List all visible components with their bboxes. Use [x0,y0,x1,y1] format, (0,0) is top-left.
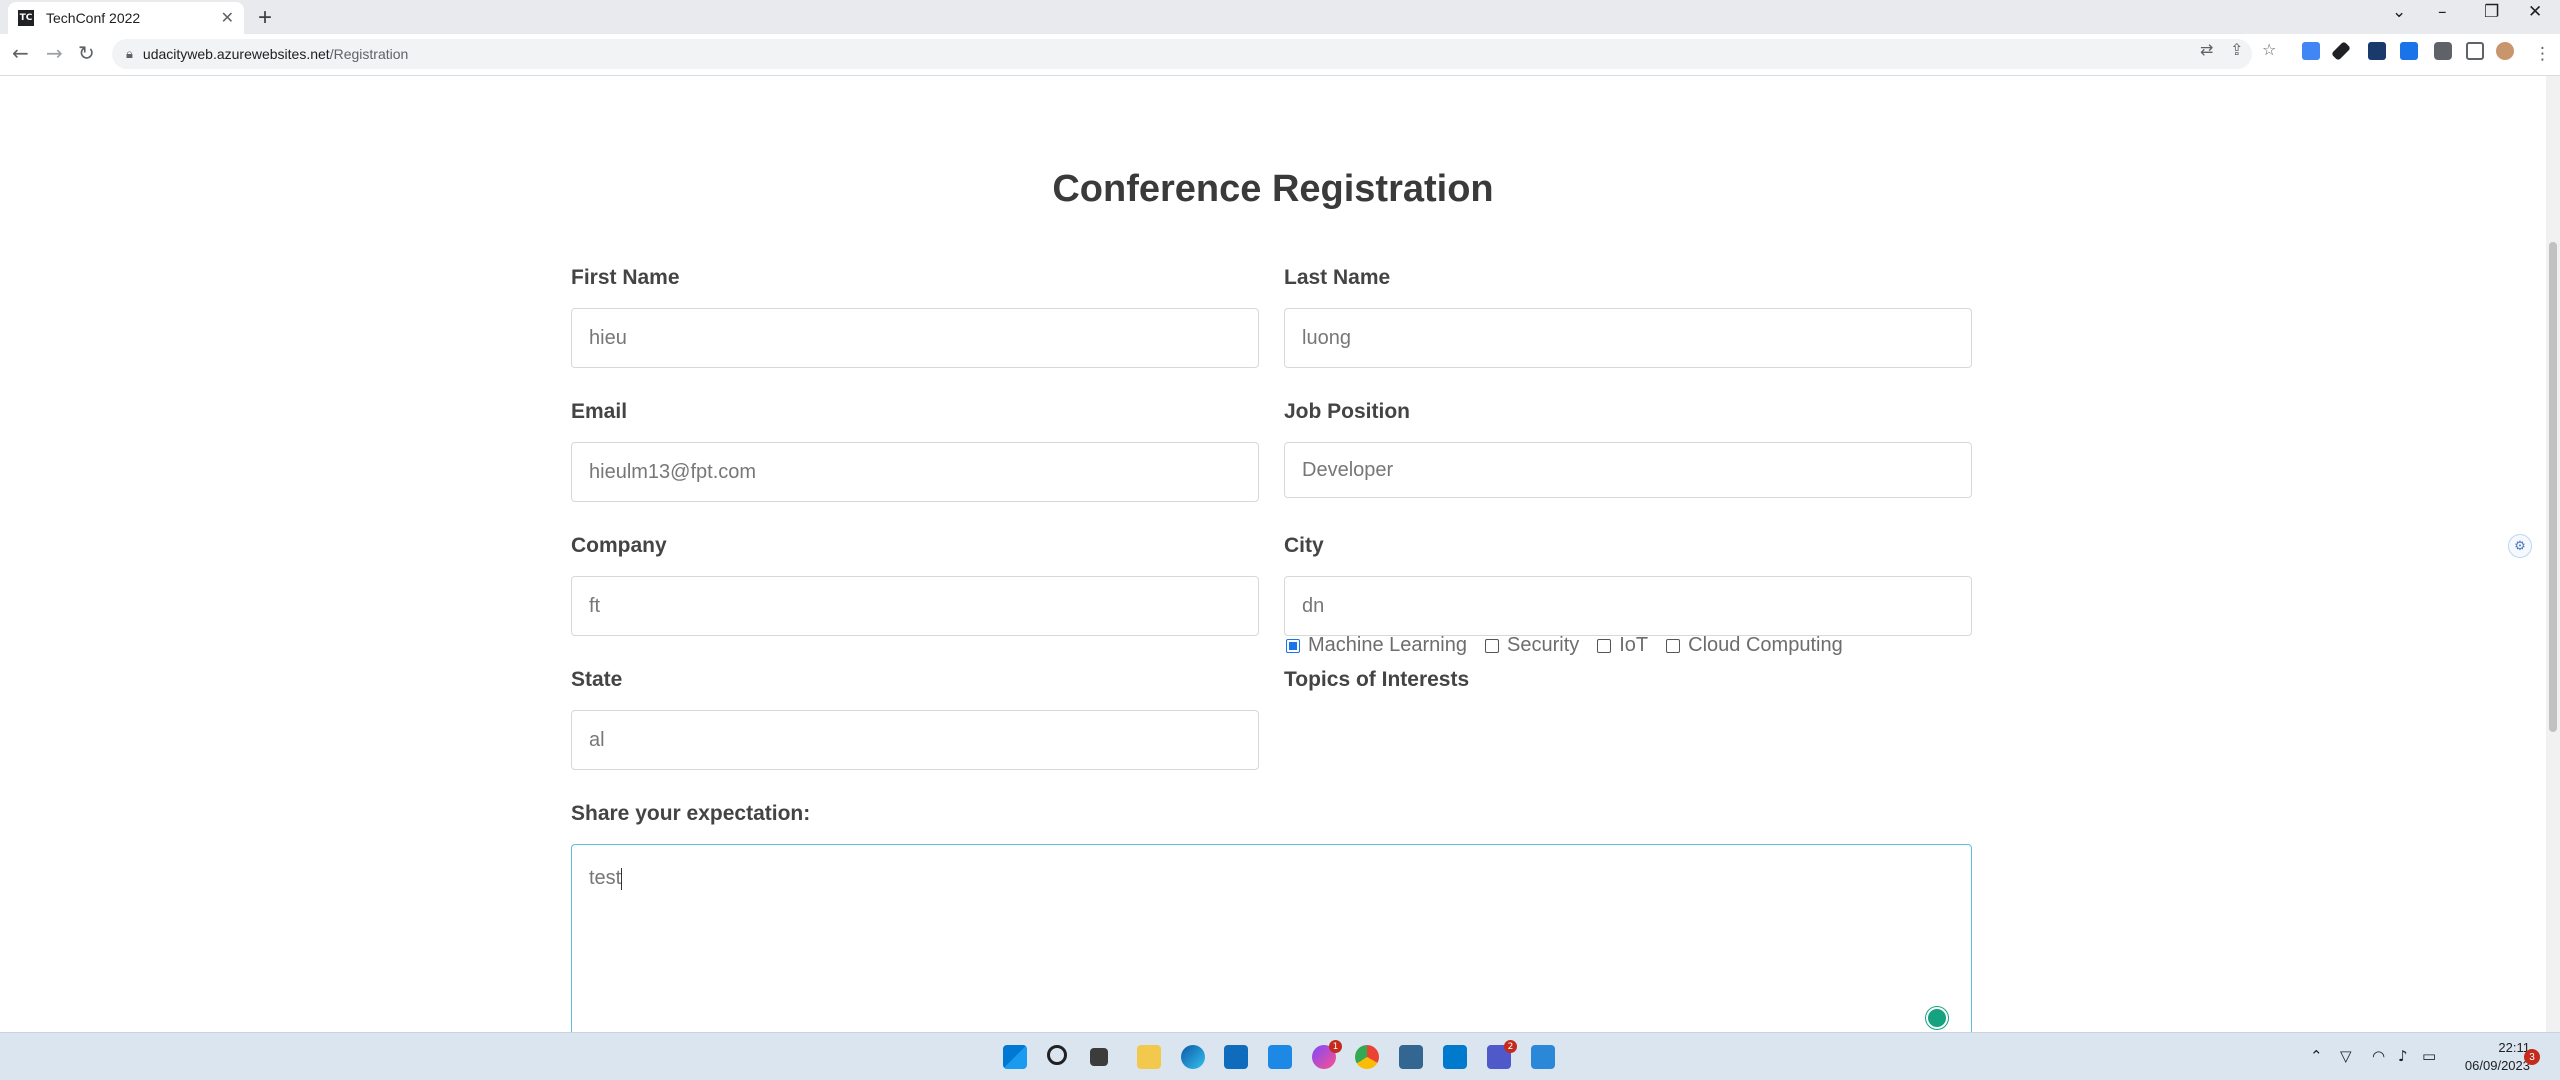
messenger-icon[interactable]: 1 [1312,1040,1342,1069]
edge-browser-icon[interactable] [1181,1045,1205,1069]
restore-icon[interactable]: ❐ [2484,2,2499,22]
iot-checkbox[interactable] [1597,638,1612,653]
cloud-computing-label: Cloud Computing [1688,634,1843,656]
security-checkbox[interactable] [1485,638,1499,653]
grammarly-icon[interactable] [1926,1007,1948,1029]
teams-icon[interactable]: 2 [1487,1040,1517,1069]
job-position-label: Job Position [1284,400,1410,423]
system-clock[interactable]: 22:11 06/09/2023 [2440,1039,2530,1075]
state-label: State [571,668,623,691]
lock-icon: 🔒︎ [126,46,133,62]
reload-icon[interactable]: ↻ [78,41,95,65]
url-host: udacityweb.azurewebsites.net [142,46,330,62]
translate-icon[interactable]: ⇄ [2200,40,2213,59]
clock-date: 06/09/2023 [2464,1058,2530,1073]
menu-kebab-icon[interactable]: ⋮ [2534,44,2551,64]
expectation-text: test [589,867,622,889]
clock-time: 22:11 [2498,1040,2530,1055]
page-content: Conference Registration First Name hieu … [0,76,2546,1032]
close-window-icon[interactable]: ✕ [2528,2,2542,22]
extensions-puzzle-icon[interactable] [2434,42,2452,60]
volume-icon[interactable]: ♪ [2398,1047,2408,1065]
tab-search-chevron-icon[interactable]: ⌄ [2392,2,2406,22]
assistant-gear-icon[interactable]: ⚙ [2508,534,2532,558]
company-label: Company [571,534,667,557]
translate-extension-icon[interactable] [2302,42,2320,60]
messenger-badge: 1 [1329,1040,1342,1053]
machine-learning-label: Machine Learning [1308,634,1467,656]
new-tab-plus-icon[interactable]: + [258,4,272,32]
share-icon[interactable]: ⇪ [2230,40,2243,59]
email-input[interactable]: hieulm13@fpt.com [571,442,1259,502]
vscode-icon[interactable] [1443,1045,1467,1069]
windows-start-icon[interactable] [1003,1045,1027,1069]
techconf-favicon-icon: TC [18,10,34,26]
forward-arrow-icon[interactable]: → [46,41,63,65]
photo-app-icon[interactable] [1531,1045,1555,1069]
security-label: Security [1507,634,1580,656]
expectation-textarea[interactable]: test [571,844,1972,1032]
windows-taskbar: 1 2 ⌃ ▽ ◠ ♪ ▭ 22:11 06/09/2023 3 [0,1032,2560,1080]
browser-tab-strip: TC TechConf 2022 ✕ + ⌄ – ❐ ✕ [0,0,2560,34]
teams-badge: 2 [1504,1040,1517,1053]
jira-extension-icon[interactable] [2368,42,2386,60]
download-extension-icon[interactable] [2400,42,2418,60]
first-name-label: First Name [571,266,680,289]
back-arrow-icon[interactable]: ← [12,41,29,65]
tab-close-icon[interactable]: ✕ [221,8,234,28]
side-panel-icon[interactable] [2466,42,2484,60]
topics-checkbox-group: Machine Learning Security IoT Cloud Comp… [1286,634,1861,657]
city-input[interactable]: dn [1284,576,1972,636]
company-input[interactable]: ft [571,576,1259,636]
url-path: /Registration [329,46,409,62]
cloud-computing-checkbox[interactable] [1666,638,1681,653]
topics-label: Topics of Interests [1284,668,1470,691]
last-name-label: Last Name [1284,266,1391,289]
iot-label: IoT [1619,634,1649,656]
browser-tab-techconf[interactable]: TC TechConf 2022 ✕ [8,2,244,34]
page-scrollbar[interactable] [2546,76,2560,1032]
show-hidden-icons-chevron-icon[interactable]: ⌃ [2310,1047,2323,1065]
wifi-icon[interactable]: ◠ [2372,1047,2385,1065]
expectation-label: Share your expectation: [571,802,811,825]
first-name-input[interactable]: hieu [571,308,1259,368]
chrome-browser-icon[interactable] [1355,1045,1379,1069]
vpn-icon[interactable]: ▽ [2340,1047,2352,1065]
email-label: Email [571,400,628,423]
city-label: City [1284,534,1324,557]
postgresql-icon[interactable] [1399,1045,1423,1069]
scrollbar-thumb[interactable] [2549,242,2557,732]
battery-icon[interactable]: ▭ [2422,1047,2436,1065]
state-input[interactable]: al [571,710,1259,770]
profile-avatar[interactable] [2496,42,2514,60]
microsoft-store-icon[interactable] [1224,1045,1248,1069]
address-bar[interactable]: 🔒︎ udacityweb.azurewebsites.net/Registra… [112,39,2252,69]
task-view-icon[interactable] [1090,1048,1108,1066]
text-caret [621,867,623,890]
file-explorer-icon[interactable] [1137,1045,1161,1069]
page-title: Conference Registration [1052,168,1494,210]
minimize-icon[interactable]: – [2438,2,2447,22]
last-name-input[interactable]: luong [1284,308,1972,368]
tab-title: TechConf 2022 [46,10,141,26]
browser-toolbar: ← → ↻ 🔒︎ udacityweb.azurewebsites.net/Re… [0,34,2560,76]
job-position-input[interactable]: Developer [1284,442,1972,498]
search-icon[interactable] [1047,1045,1067,1065]
machine-learning-checkbox[interactable] [1286,638,1300,653]
remote-desktop-icon[interactable] [1268,1045,1292,1069]
notification-count-badge[interactable]: 3 [2524,1049,2540,1065]
bookmark-star-icon[interactable]: ☆ [2262,40,2276,59]
